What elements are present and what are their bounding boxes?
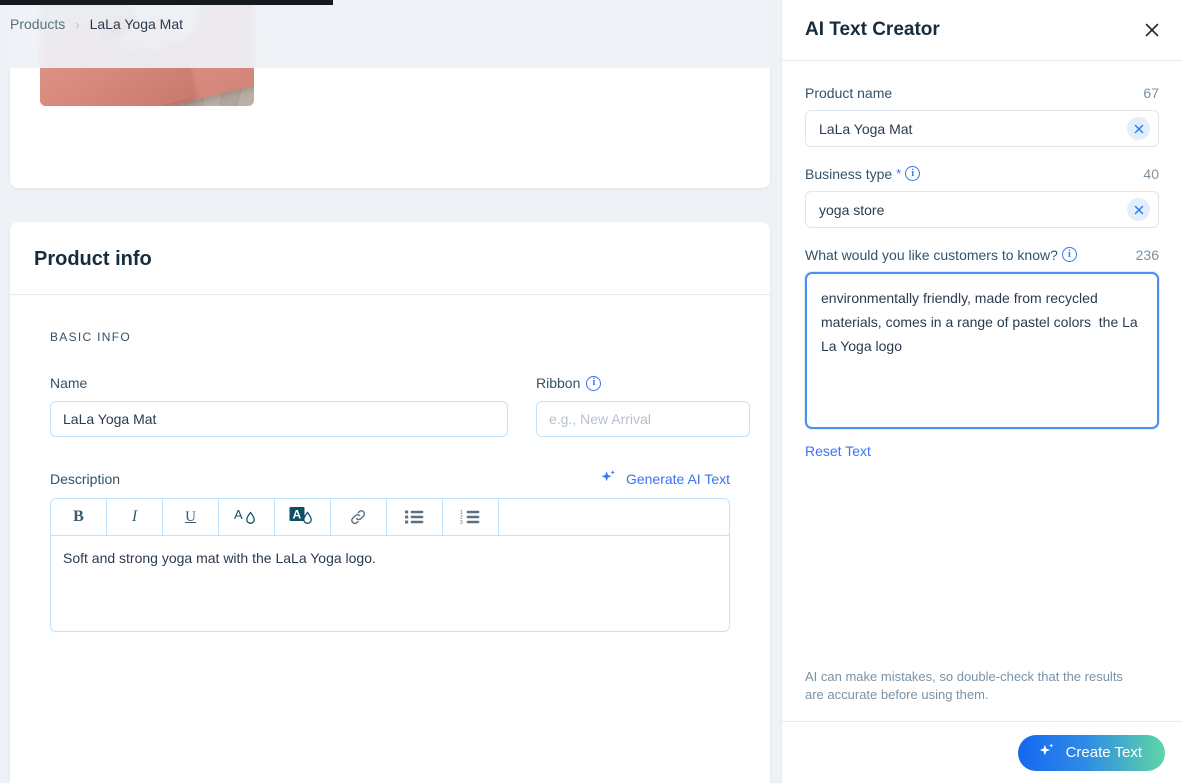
product-name-char-count: 67	[1143, 84, 1159, 101]
generate-ai-text-label: Generate AI Text	[625, 471, 730, 487]
close-icon[interactable]	[1143, 21, 1161, 39]
create-text-button[interactable]: Create Text	[1017, 734, 1165, 771]
name-input[interactable]	[50, 401, 508, 437]
description-label: Description	[50, 471, 121, 487]
basic-info-label: BASIC INFO	[50, 330, 132, 344]
description-text-body[interactable]: Soft and strong yoga mat with the LaLa Y…	[51, 536, 729, 631]
link-icon[interactable]	[331, 499, 387, 535]
italic-icon[interactable]: I	[107, 499, 163, 535]
chevron-right-icon: ›	[75, 16, 80, 32]
panel-header: AI Text Creator	[782, 0, 1182, 61]
prompt-char-count: 236	[1135, 246, 1159, 263]
main-content-area: Products › LaLa Yoga Mat Product info BA…	[0, 0, 781, 783]
info-icon[interactable]: i	[905, 166, 921, 181]
product-name-label: Product name	[805, 84, 893, 101]
underline-icon[interactable]: U	[163, 499, 219, 535]
ai-text-creator-panel: AI Text Creator Product name 67 LaLa Yog…	[781, 0, 1182, 783]
prompt-textarea[interactable]	[805, 272, 1159, 429]
sparkle-icon	[1038, 742, 1056, 764]
ribbon-input[interactable]	[536, 401, 750, 437]
create-text-label: Create Text	[1065, 744, 1142, 761]
svg-text:A: A	[292, 508, 301, 522]
info-icon[interactable]: i	[586, 375, 602, 391]
text-highlight-icon[interactable]: A	[275, 499, 331, 535]
required-asterisk: *	[896, 166, 902, 181]
bulleted-list-icon[interactable]	[387, 499, 443, 535]
breadcrumb-link-products[interactable]: Products	[10, 16, 65, 32]
breadcrumb: Products › LaLa Yoga Mat	[10, 16, 183, 32]
business-type-label: Business type * i	[805, 165, 921, 182]
svg-text:A: A	[234, 507, 243, 522]
business-type-label-text: Business type	[805, 165, 893, 182]
text-color-icon[interactable]: A	[219, 499, 275, 535]
editor-toolbar: B I U A A 1 2 3	[51, 499, 729, 536]
ribbon-label-text: Ribbon	[536, 375, 581, 391]
generate-ai-text-button[interactable]: Generate AI Text	[600, 469, 730, 489]
description-editor: B I U A A 1 2 3 Soft and strong yoga mat…	[50, 498, 730, 632]
business-type-char-count: 40	[1143, 165, 1159, 182]
sparkle-icon	[600, 469, 617, 489]
ribbon-field-group: Ribbon i	[536, 374, 750, 437]
svg-text:3: 3	[460, 520, 463, 525]
bold-icon[interactable]: B	[51, 499, 107, 535]
product-info-card: Product info BASIC INFO Name Ribbon i De…	[10, 222, 770, 783]
business-type-input[interactable]	[805, 191, 1159, 228]
app-screen: Products › LaLa Yoga Mat Product info BA…	[0, 0, 1182, 783]
prompt-label-text: What would you like customers to know?	[805, 246, 1058, 263]
basic-info-fields: Name Ribbon i	[10, 344, 770, 437]
prompt-label-row: What would you like customers to know? i…	[805, 245, 1159, 264]
info-icon[interactable]: i	[1061, 247, 1077, 262]
panel-body: Product name 67 Business type * i	[782, 61, 1182, 461]
product-name-input[interactable]	[805, 110, 1159, 147]
reset-text-button[interactable]: Reset Text	[805, 443, 871, 459]
name-field-group: Name	[50, 374, 508, 437]
clear-product-name-button[interactable]	[1127, 117, 1150, 140]
card-title: Product info	[34, 248, 152, 270]
prompt-label: What would you like customers to know? i	[805, 247, 1077, 263]
ribbon-label: Ribbon i	[536, 374, 750, 392]
product-name-input-wrap	[805, 110, 1159, 147]
page-header: Products › LaLa Yoga Mat	[0, 0, 781, 68]
product-name-label-row: Product name 67	[805, 83, 1159, 102]
breadcrumb-current: LaLa Yoga Mat	[89, 16, 184, 32]
clear-business-type-button[interactable]	[1127, 198, 1150, 221]
panel-footer: Create Text	[782, 721, 1182, 783]
business-type-input-wrap	[805, 191, 1159, 228]
business-type-label-row: Business type * i 40	[805, 164, 1159, 183]
top-accent-bar	[0, 0, 333, 5]
name-label: Name	[50, 375, 88, 391]
numbered-list-icon[interactable]: 1 2 3	[443, 499, 499, 535]
description-header: Description Generate AI Text	[10, 437, 770, 489]
panel-title: AI Text Creator	[805, 19, 940, 40]
ai-disclaimer: AI can make mistakes, so double-check th…	[805, 669, 1123, 702]
